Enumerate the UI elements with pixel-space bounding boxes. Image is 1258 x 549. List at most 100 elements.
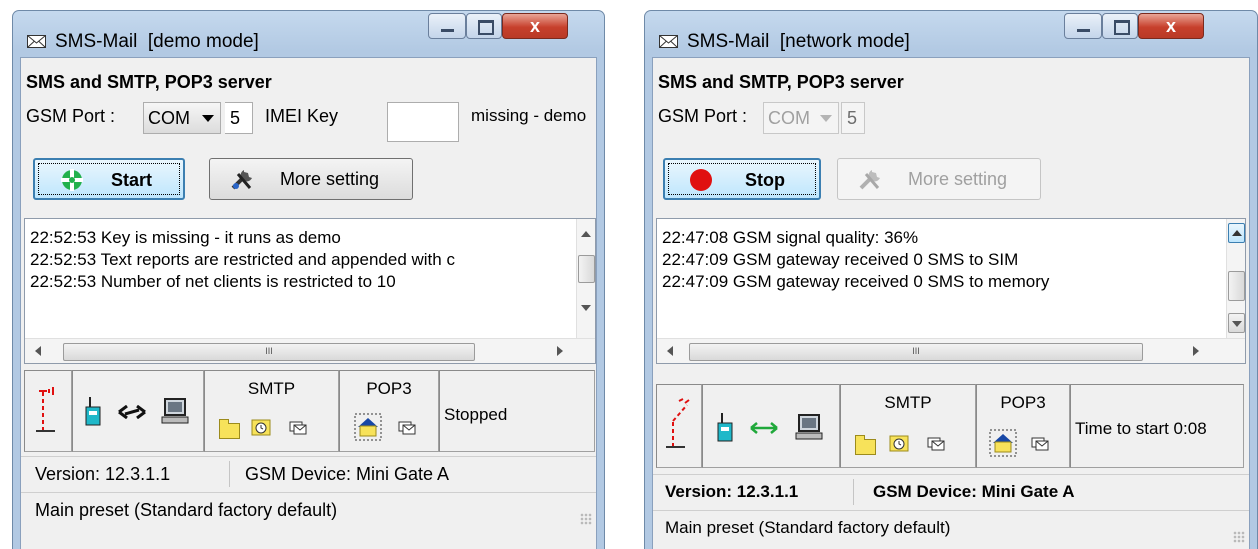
clock-icon <box>251 419 271 436</box>
folder-icon <box>219 419 240 439</box>
home-folder-icon <box>354 413 382 441</box>
mail-queue-icon <box>289 421 307 435</box>
more-setting-label: More setting <box>908 169 1008 189</box>
log-line: 22:47:08 GSM signal quality: 36% <box>662 228 919 247</box>
close-button[interactable]: x <box>1138 13 1204 39</box>
vertical-scroll-thumb[interactable] <box>578 255 595 283</box>
start-button[interactable]: Start <box>33 158 185 200</box>
red-record-icon <box>690 169 712 191</box>
minimize-button[interactable] <box>428 13 466 39</box>
scroll-down-icon[interactable] <box>581 305 591 311</box>
version-text: Version: 12.3.1.1 <box>35 464 171 484</box>
bidirectional-arrows-icon <box>750 422 778 434</box>
scroll-left-icon[interactable] <box>667 346 673 356</box>
horizontal-scrollbar[interactable]: III <box>25 338 595 363</box>
status-panel: Stopped <box>439 370 595 452</box>
port-number-input[interactable]: 5 <box>225 102 253 134</box>
horizontal-scroll-thumb[interactable]: III <box>63 343 475 361</box>
imei-key-input[interactable] <box>387 102 459 142</box>
more-setting-label: More setting <box>280 169 380 189</box>
scroll-up-icon <box>1232 230 1242 236</box>
pop3-label: POP3 <box>1000 393 1046 412</box>
title-bar[interactable]: SMS-Mail [network mode] x <box>645 11 1257 57</box>
log-line: 22:47:09 GSM gateway received 0 SMS to m… <box>662 272 1050 291</box>
gsm-port-label: GSM Port : <box>658 106 748 126</box>
pop3-label: POP3 <box>366 379 412 398</box>
stop-button[interactable]: Stop <box>663 158 821 200</box>
version-bar: Version: 12.3.1.1 GSM Device: Mini Gate … <box>653 474 1249 511</box>
close-button[interactable]: x <box>502 13 568 39</box>
port-type-select[interactable]: COM <box>143 102 221 134</box>
smtp-panel: SMTP <box>204 370 339 452</box>
mail-queue-icon <box>1031 437 1049 451</box>
scroll-down-icon <box>1232 321 1242 327</box>
start-button-label: Start <box>111 170 153 190</box>
status-text: Time to start 0:08 <box>1075 419 1207 438</box>
more-setting-button[interactable]: More setting <box>837 158 1041 200</box>
tools-icon <box>859 170 880 190</box>
preset-text: Main preset (Standard factory default) <box>665 518 951 537</box>
server-heading: SMS and SMTP, POP3 server <box>658 72 904 92</box>
port-type-select[interactable]: COM <box>763 102 839 134</box>
maximize-button[interactable] <box>466 13 502 39</box>
vertical-scrollbar[interactable] <box>576 219 595 341</box>
home-folder-icon <box>989 429 1017 457</box>
version-text: Version: 12.3.1.1 <box>665 482 799 501</box>
more-setting-button[interactable]: More setting <box>209 158 413 200</box>
minimize-button[interactable] <box>1064 13 1102 39</box>
green-crosshair-icon <box>61 169 83 191</box>
preset-text: Main preset (Standard factory default) <box>35 500 338 520</box>
close-icon: x <box>1165 16 1176 36</box>
preset-bar: Main preset (Standard factory default) <box>21 492 596 529</box>
antenna-signal-icon <box>666 398 690 448</box>
vertical-scroll-thumb[interactable] <box>1228 271 1245 301</box>
log-lines: 22:52:53 Key is missing - it runs as dem… <box>30 227 455 293</box>
sms-mail-window-demo: SMS-Mail [demo mode] x SMS and SMTP, POP… <box>12 10 605 549</box>
mail-queue-icon <box>927 437 945 451</box>
divider <box>229 461 230 487</box>
horizontal-scrollbar[interactable]: III <box>657 338 1245 363</box>
clock-icon <box>889 435 909 452</box>
stop-button-label: Stop <box>745 170 785 190</box>
imei-key-label: IMEI Key <box>265 106 339 126</box>
scroll-right-icon[interactable] <box>557 346 563 356</box>
gsm-port-label: GSM Port : <box>26 106 116 126</box>
signal-panel <box>24 370 72 452</box>
link-panel <box>702 384 840 468</box>
port-number-input[interactable]: 5 <box>841 102 865 134</box>
mail-queue-icon <box>398 421 416 435</box>
smtp-panel: SMTP <box>840 384 976 468</box>
folder-icon <box>855 435 876 455</box>
scroll-up-icon[interactable] <box>581 231 591 237</box>
gsm-device-text: GSM Device: Mini Gate A <box>245 464 450 484</box>
smtp-label: SMTP <box>884 393 932 412</box>
envelope-icon <box>27 35 46 48</box>
horizontal-scroll-thumb[interactable]: III <box>689 343 1143 361</box>
gsm-modem-icon <box>717 413 733 442</box>
vertical-scrollbar[interactable] <box>1226 219 1245 341</box>
title-bar[interactable]: SMS-Mail [demo mode] x <box>13 11 604 57</box>
signal-panel <box>656 384 702 468</box>
log-line: 22:52:53 Number of net clients is restri… <box>30 272 396 291</box>
close-icon: x <box>529 16 540 36</box>
resize-grip-icon[interactable] <box>580 513 592 525</box>
scroll-up-button[interactable] <box>1228 223 1245 243</box>
event-log[interactable]: 22:52:53 Key is missing - it runs as dem… <box>24 218 596 364</box>
preset-bar: Main preset (Standard factory default) <box>653 510 1249 547</box>
version-bar: Version: 12.3.1.1 GSM Device: Mini Gate … <box>21 456 596 493</box>
event-log[interactable]: 22:47:08 GSM signal quality: 36% 22:47:0… <box>656 218 1246 364</box>
window-client-area: SMS and SMTP, POP3 server GSM Port : COM… <box>20 57 597 549</box>
sms-mail-window-network: SMS-Mail [network mode] x SMS and SMTP, … <box>644 10 1258 549</box>
envelope-icon <box>659 35 678 48</box>
divider <box>853 479 854 505</box>
computer-icon <box>795 414 823 440</box>
maximize-button[interactable] <box>1102 13 1138 39</box>
status-text: Stopped <box>444 405 508 424</box>
log-line: 22:52:53 Text reports are restricted and… <box>30 250 455 269</box>
link-panel <box>72 370 204 452</box>
scroll-right-icon[interactable] <box>1193 346 1199 356</box>
bidirectional-arrows-icon <box>118 405 146 419</box>
scroll-down-button[interactable] <box>1228 313 1245 333</box>
resize-grip-icon[interactable] <box>1233 531 1245 543</box>
scroll-left-icon[interactable] <box>35 346 41 356</box>
